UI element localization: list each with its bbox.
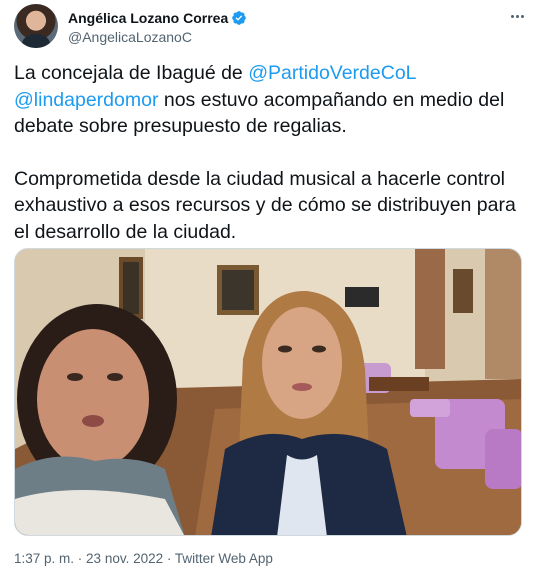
more-options-icon[interactable] <box>505 6 529 26</box>
tweet-photo[interactable] <box>14 248 522 536</box>
tweet-paragraph-2: Comprometida desde la ciudad musical a h… <box>14 167 516 243</box>
user-handle[interactable]: @AngelicaLozanoC <box>68 29 247 45</box>
display-name-row: Angélica Lozano Correa <box>68 8 247 28</box>
verified-badge-icon <box>232 11 247 25</box>
tweet-metadata: 1:37 p. m. · 23 nov. 2022 · Twitter Web … <box>14 551 273 566</box>
timestamp-date[interactable]: 23 nov. 2022 <box>86 551 163 566</box>
mention-link-lindaperdomor[interactable]: @lindaperdomor <box>14 89 158 111</box>
avatar[interactable] <box>14 4 58 48</box>
source-app[interactable]: Twitter Web App <box>175 551 273 566</box>
photo-scene <box>15 249 521 535</box>
mention-link-partidoverde[interactable]: @PartidoVerdeCoL <box>248 62 416 84</box>
tweet-paragraph-1: La concejala de Ibagué de @PartidoVerdeC… <box>14 60 534 140</box>
tweet-header: Angélica Lozano Correa @AngelicaLozanoC <box>14 4 533 52</box>
timestamp-time[interactable]: 1:37 p. m. <box>14 551 74 566</box>
meta-separator: · <box>163 551 175 566</box>
display-name[interactable]: Angélica Lozano Correa <box>68 10 228 26</box>
tweet-card: Angélica Lozano Correa @AngelicaLozanoC … <box>0 0 547 576</box>
meta-separator: · <box>74 551 87 566</box>
tweet-text: La concejala de Ibagué de @PartidoVerdeC… <box>14 60 534 245</box>
author-names: Angélica Lozano Correa @AngelicaLozanoC <box>68 8 247 45</box>
text-segment: La concejala de Ibagué de <box>14 62 249 84</box>
